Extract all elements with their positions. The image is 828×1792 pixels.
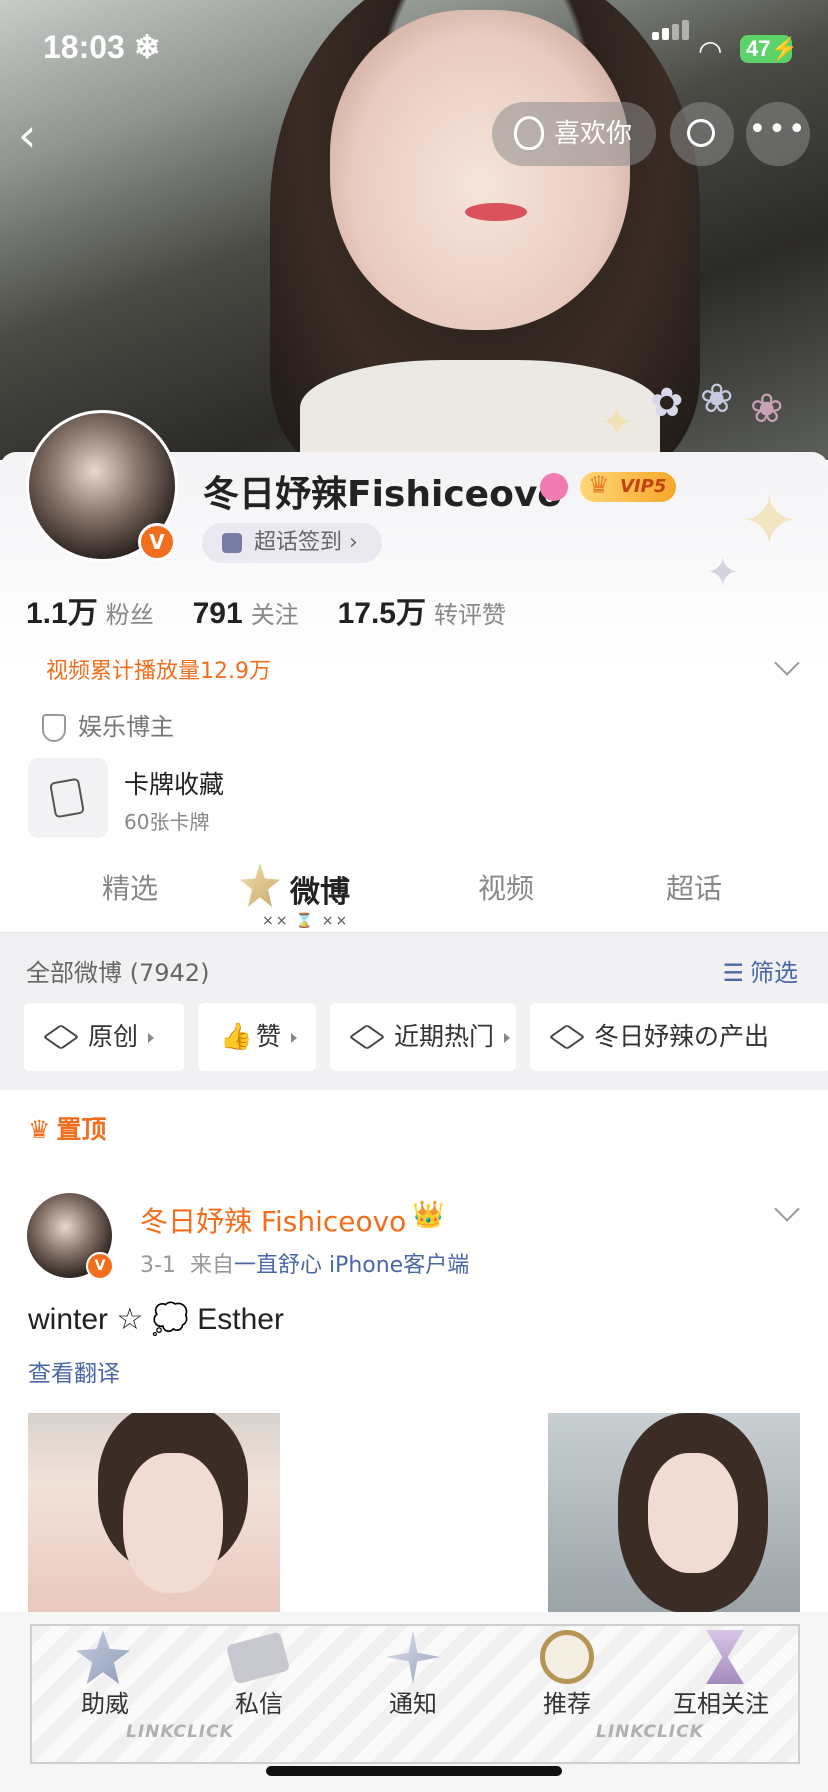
clock-icon — [540, 1630, 594, 1684]
filter-button[interactable]: 筛选 — [722, 953, 798, 988]
snow-icon: ❄ — [133, 29, 161, 65]
profile-stats: 1.1万 粉丝 791 关注 17.5万 转评赞 — [26, 588, 536, 632]
wifi-icon: ◠ — [698, 34, 723, 67]
decor-brand-text: LINKCLICK — [596, 1722, 704, 1742]
chip-original[interactable]: 原创 — [24, 1003, 184, 1071]
battery-indicator: 47⚡ — [740, 35, 798, 63]
message-button[interactable]: 私信 — [184, 1684, 334, 1719]
post-verified-badge: V — [86, 1252, 114, 1280]
pinned-label: 置顶 — [28, 1110, 106, 1146]
tab-weibo[interactable]: 微博 — [290, 867, 350, 911]
filter-chips: 原创 👍 赞 近期热门 冬日妤辣の产出 — [24, 1003, 828, 1071]
more-button[interactable]: ••• — [746, 102, 810, 166]
peach-icon — [514, 116, 544, 150]
search-icon — [687, 119, 715, 147]
video-play-count: 视频累计播放量12.9万 — [46, 659, 271, 684]
layers-icon — [42, 1024, 80, 1050]
cover-lips — [465, 203, 527, 221]
tab-super-topic[interactable]: 超话 — [666, 867, 722, 907]
tab-video[interactable]: 视频 — [478, 867, 534, 907]
profile-tabs: 精选 微博 ×× ⌛ ×× 视频 超话 — [0, 855, 828, 929]
tab-star-icon — [240, 863, 280, 907]
category-label: 娱乐博主 — [42, 707, 174, 742]
profile-name: 冬日妤辣Fishiceovo — [203, 474, 563, 515]
followers-stat[interactable]: 1.1万 粉丝 — [26, 588, 154, 632]
all-posts-count: 全部微博 (7942) — [26, 959, 210, 987]
card-collection-count: 60张卡牌 — [124, 810, 210, 834]
shield-icon — [42, 714, 66, 742]
super-topic-checkin-button[interactable]: 超话签到 › — [202, 523, 382, 563]
mutual-follow-button[interactable]: 互相关注 — [646, 1684, 796, 1719]
home-indicator[interactable] — [266, 1766, 562, 1776]
thumbs-up-icon: 👍 — [220, 1022, 253, 1052]
post-text: winter ☆ 💭 Esther — [28, 1303, 284, 1336]
like-you-button[interactable]: 喜欢你 — [492, 102, 656, 166]
notify-button[interactable]: 通知 — [338, 1684, 488, 1719]
post-image-1[interactable] — [28, 1413, 280, 1613]
following-stat[interactable]: 791 关注 — [193, 595, 299, 631]
chip-recent-hot[interactable]: 近期热门 — [330, 1003, 516, 1071]
post-image-2[interactable] — [548, 1413, 800, 1613]
back-button[interactable]: ‹ — [18, 110, 68, 160]
view-translation-link[interactable]: 查看翻译 — [28, 1354, 120, 1388]
post-meta: 3-1 来自一直舒心 iPhone客户端 — [140, 1253, 470, 1278]
search-button[interactable] — [670, 102, 734, 166]
recommend-button[interactable]: 推荐 — [492, 1684, 642, 1719]
more-icon: ••• — [748, 112, 808, 147]
vip-badge[interactable]: VIP5 — [580, 470, 677, 502]
feed-filter-bar: 全部微博 (7942) 筛选 原创 👍赞 近期热门 冬日妤辣の产出 — [0, 932, 828, 1090]
chip-outputs[interactable]: 冬日妤辣の产出 — [530, 1003, 828, 1071]
card-collection-title[interactable]: 卡牌收藏 — [124, 765, 224, 801]
female-gender-icon — [540, 473, 568, 501]
status-bar: 18:03 ❄ ◠ 47⚡ — [0, 0, 828, 100]
tab-decoration: ×× ⌛ ×× — [262, 913, 350, 929]
post-author-name[interactable]: 冬日妤辣 Fishiceovo — [140, 1200, 406, 1240]
post-source-link[interactable]: 一直舒心 iPhone客户端 — [234, 1253, 469, 1278]
layers-icon — [548, 1024, 586, 1050]
interactions-stat[interactable]: 17.5万 转评赞 — [338, 588, 506, 632]
like-you-label: 喜欢你 — [554, 119, 633, 149]
card-collection-icon[interactable] — [28, 758, 108, 838]
crown-icon: 👑 — [412, 1200, 445, 1230]
tab-featured[interactable]: 精选 — [102, 867, 158, 907]
post-menu-chevron-icon[interactable] — [774, 1196, 800, 1222]
bottom-action-bar: 助威 私信 通知 推荐 互相关注 LINKCLICK LINKCLICK — [0, 1612, 828, 1792]
verified-badge: V — [138, 523, 176, 561]
cheer-button[interactable]: 助威 — [30, 1684, 180, 1719]
decor-brand-text: LINKCLICK — [126, 1722, 234, 1742]
chip-likes[interactable]: 👍 赞 — [198, 1003, 316, 1071]
layers-icon — [348, 1024, 386, 1050]
status-time: 18:03 ❄ — [43, 29, 161, 65]
